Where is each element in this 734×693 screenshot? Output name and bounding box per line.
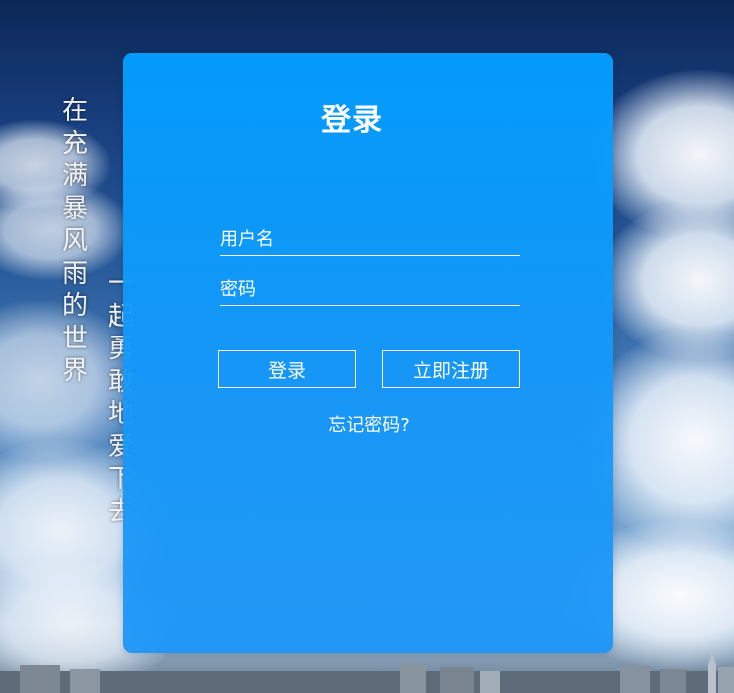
login-title: 登录 <box>321 103 383 138</box>
login-button[interactable]: 登录 <box>218 350 356 388</box>
password-input[interactable] <box>220 275 520 306</box>
register-button[interactable]: 立即注册 <box>382 350 520 388</box>
forgot-password-link[interactable]: 忘记密码? <box>123 411 615 437</box>
city-skyline <box>0 653 734 693</box>
login-panel: 登录 登录 立即注册 忘记密码? <box>123 53 613 653</box>
poem-line-1: 在充满暴风雨的世界 <box>61 96 88 386</box>
username-input[interactable] <box>220 225 520 256</box>
